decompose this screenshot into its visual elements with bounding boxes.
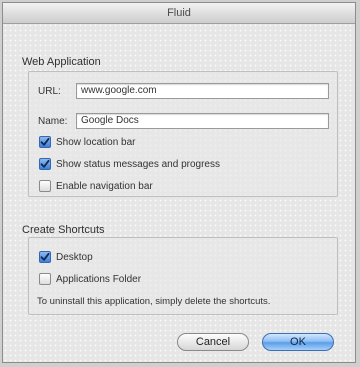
web-application-heading: Web Application — [22, 56, 101, 68]
ok-button[interactable]: OK — [262, 333, 334, 351]
show-location-bar-checkbox[interactable] — [39, 136, 51, 148]
enable-navigation-bar-label: Enable navigation bar — [56, 180, 153, 192]
show-status-label: Show status messages and progress — [56, 158, 220, 170]
show-status-option[interactable]: Show status messages and progress — [39, 157, 220, 171]
name-field[interactable]: Google Docs — [76, 113, 329, 129]
desktop-option[interactable]: Desktop — [39, 250, 93, 264]
checkmark-icon — [40, 159, 50, 168]
cancel-button[interactable]: Cancel — [177, 333, 249, 351]
dialog-window: Fluid Web Application URL: www.google.co… — [2, 2, 356, 363]
uninstall-hint: To uninstall this application, simply de… — [37, 296, 271, 307]
applications-folder-option[interactable]: Applications Folder — [39, 272, 141, 286]
checkmark-icon — [40, 137, 50, 146]
enable-navigation-bar-checkbox[interactable] — [39, 180, 51, 192]
show-location-bar-label: Show location bar — [56, 136, 136, 148]
desktop-label: Desktop — [56, 251, 93, 263]
show-status-checkbox[interactable] — [39, 158, 51, 170]
url-label: URL: — [38, 86, 61, 97]
create-shortcuts-heading: Create Shortcuts — [22, 224, 105, 236]
desktop-checkbox[interactable] — [39, 251, 51, 263]
name-label: Name: — [38, 116, 68, 127]
url-field[interactable]: www.google.com — [76, 83, 329, 99]
applications-folder-checkbox[interactable] — [39, 273, 51, 285]
show-location-bar-option[interactable]: Show location bar — [39, 135, 136, 149]
window-title: Fluid — [3, 3, 355, 24]
checkmark-icon — [40, 252, 50, 261]
applications-folder-label: Applications Folder — [56, 273, 142, 285]
enable-navigation-bar-option[interactable]: Enable navigation bar — [39, 179, 153, 193]
